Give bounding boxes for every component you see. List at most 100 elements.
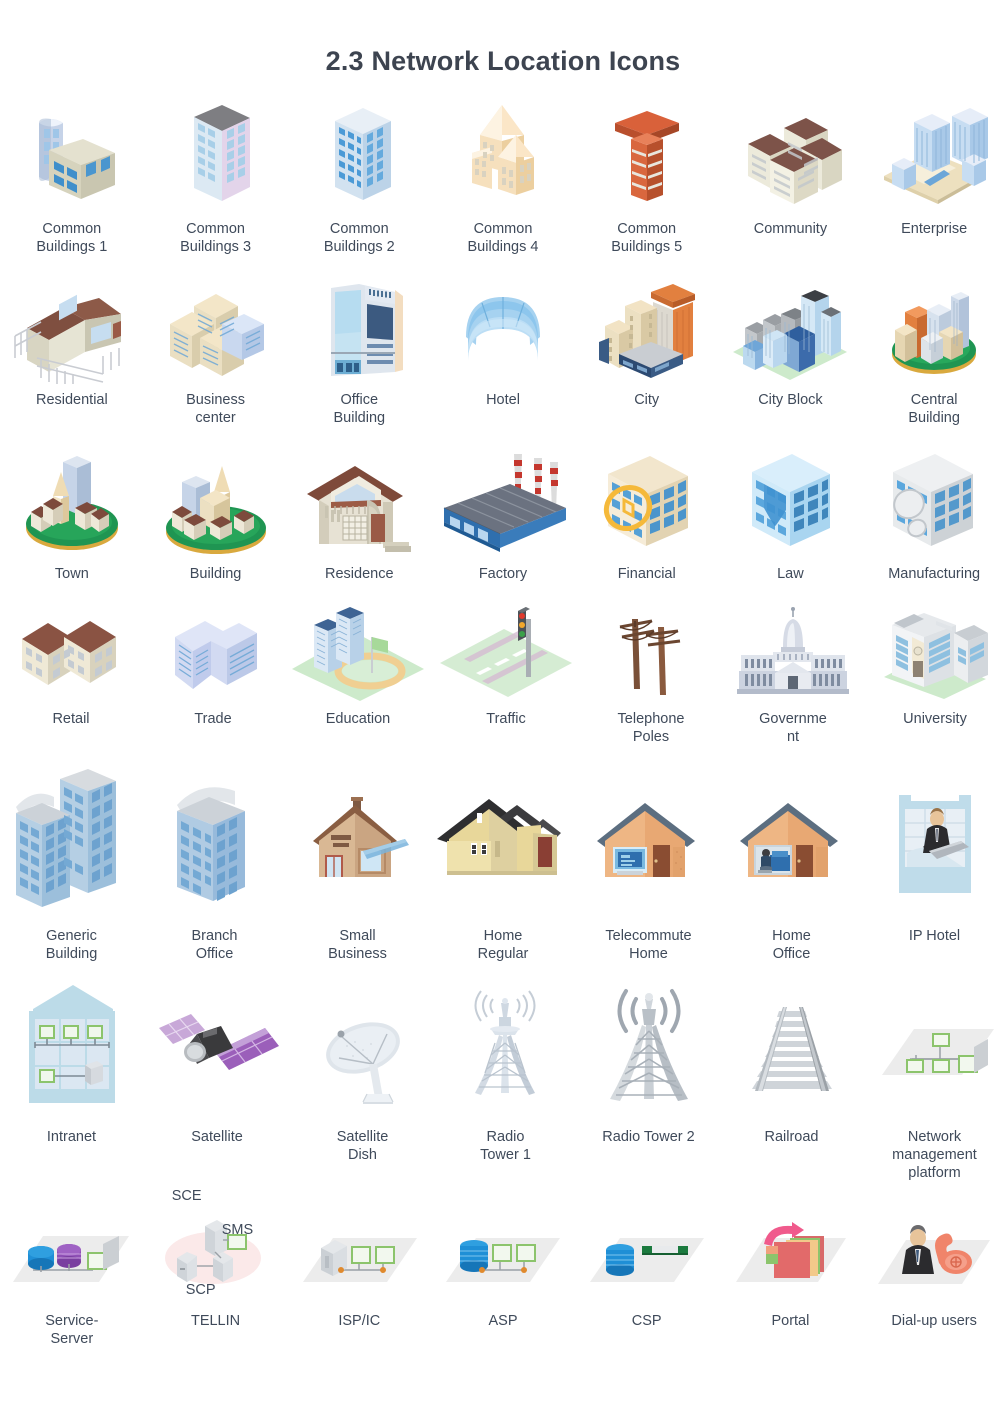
icon-cell-financial[interactable]: Financial (575, 446, 719, 584)
icon-label: TELLIN (190, 1313, 241, 1330)
manufacturing-icon[interactable] (866, 446, 1002, 558)
icon-cell-radio-tower-1[interactable]: Radio Tower 1 (434, 981, 577, 1182)
telecommute-home-icon[interactable] (581, 765, 716, 920)
icon-cell-satellite[interactable]: Satellite (143, 981, 291, 1182)
icon-cell-business-center[interactable]: Business center (144, 274, 288, 427)
icon-cell-city[interactable]: City (575, 274, 719, 427)
traffic-icon[interactable] (436, 601, 576, 703)
icon-cell-education[interactable]: Education (284, 601, 432, 746)
icon-cell-building[interactable]: Building (144, 446, 288, 584)
building-icon[interactable] (148, 446, 284, 558)
icon-cell-isp-ic[interactable]: ISP/IC (287, 1200, 431, 1348)
icon-cell-hotel[interactable]: Hotel (431, 274, 575, 427)
icon-cell-city-block[interactable]: City Block (719, 274, 863, 427)
education-icon[interactable] (288, 601, 428, 703)
network-management-platform-icon[interactable] (867, 981, 1002, 1121)
university-icon[interactable] (868, 601, 1002, 703)
retail-icon[interactable] (4, 601, 138, 703)
icon-cell-traffic[interactable]: Traffic (432, 601, 580, 746)
icon-cell-home-regular[interactable]: Home Regular (429, 765, 577, 963)
icon-cell-common-buildings-1[interactable]: Common Buildings 1 (0, 95, 144, 256)
business-center-icon[interactable] (148, 274, 284, 384)
enterprise-icon[interactable] (866, 95, 1002, 213)
telephone-poles-icon[interactable] (584, 601, 718, 703)
city-icon[interactable] (579, 274, 715, 384)
icon-cell-home-office[interactable]: Home Office (720, 765, 863, 963)
icon-cell-tellin[interactable]: SCE SMS SCP TELLIN (144, 1188, 288, 1348)
icon-cell-telecommute-home[interactable]: Telecommute Home (577, 765, 720, 963)
small-business-icon[interactable] (290, 765, 425, 920)
icon-cell-telephone-poles[interactable]: Telephone Poles (580, 601, 722, 746)
home-office-icon[interactable] (724, 765, 859, 920)
city-block-icon[interactable] (723, 274, 859, 384)
residence-icon[interactable] (291, 446, 427, 558)
residential-icon[interactable] (4, 274, 140, 385)
financial-icon[interactable] (579, 446, 715, 558)
icon-cell-law[interactable]: Law (719, 446, 863, 584)
icon-cell-residence[interactable]: Residence (287, 446, 431, 584)
icon-cell-radio-tower-2[interactable]: Radio Tower 2 (577, 981, 720, 1182)
icon-cell-residential[interactable]: Residential (0, 274, 144, 427)
common-buildings-2-icon[interactable] (291, 95, 427, 213)
icon-cell-generic-building[interactable]: Generic Building (0, 765, 143, 963)
hotel-icon[interactable] (435, 274, 571, 384)
law-icon[interactable] (723, 446, 859, 558)
icon-cell-government[interactable]: Governme nt (722, 601, 864, 746)
icon-cell-branch-office[interactable]: Branch Office (143, 765, 286, 963)
icon-cell-intranet[interactable]: Intranet (0, 981, 143, 1182)
satellite-dish-icon[interactable] (295, 981, 430, 1121)
icon-cell-service-server[interactable]: Service- Server (0, 1200, 144, 1348)
icon-cell-common-buildings-5[interactable]: Common Buildings 5 (575, 95, 719, 256)
icon-cell-factory[interactable]: Factory (431, 446, 575, 584)
isp-ic-icon[interactable] (291, 1200, 427, 1305)
intranet-icon[interactable] (4, 981, 139, 1121)
railroad-icon[interactable] (724, 981, 859, 1121)
portal-icon[interactable] (723, 1200, 859, 1305)
icon-cell-community[interactable]: Community (719, 95, 863, 256)
icon-cell-dial-up-users[interactable]: Dial-up users (862, 1200, 1006, 1348)
icon-cell-enterprise[interactable]: Enterprise (862, 95, 1006, 256)
icon-cell-university[interactable]: University (864, 601, 1006, 746)
icon-cell-small-business[interactable]: Small Business (286, 765, 429, 963)
asp-icon[interactable] (435, 1200, 571, 1305)
icon-cell-retail[interactable]: Retail (0, 601, 142, 746)
icon-cell-common-buildings-4[interactable]: Common Buildings 4 (431, 95, 575, 256)
icon-cell-ip-hotel[interactable]: IP Hotel (863, 765, 1006, 963)
icon-cell-satellite-dish[interactable]: Satellite Dish (291, 981, 434, 1182)
common-buildings-4-icon[interactable] (435, 95, 571, 213)
office-building-icon[interactable] (291, 274, 427, 384)
tellin-icon[interactable]: SCE SMS SCP (148, 1188, 284, 1305)
icon-cell-manufacturing[interactable]: Manufacturing (862, 446, 1006, 584)
radio-tower-1-icon[interactable] (438, 981, 573, 1121)
radio-tower-2-icon[interactable] (581, 981, 716, 1121)
icon-cell-network-management-platform[interactable]: Network management platform (863, 981, 1006, 1182)
icon-cell-csp[interactable]: CSP (575, 1200, 719, 1348)
town-icon[interactable] (4, 446, 140, 558)
satellite-icon[interactable] (147, 981, 287, 1121)
ip-hotel-icon[interactable] (867, 765, 1002, 920)
common-buildings-3-icon[interactable] (148, 95, 284, 213)
common-buildings-5-icon[interactable] (579, 95, 715, 213)
icon-cell-common-buildings-2[interactable]: Common Buildings 2 (287, 95, 431, 256)
icon-label: Town (54, 565, 89, 582)
trade-icon[interactable] (146, 601, 280, 703)
icon-cell-office-building[interactable]: Office Building (287, 274, 431, 427)
csp-icon[interactable] (579, 1200, 715, 1305)
dial-up-users-icon[interactable] (866, 1200, 1002, 1305)
icon-cell-railroad[interactable]: Railroad (720, 981, 863, 1182)
icon-cell-central-building[interactable]: Central Building (862, 274, 1006, 427)
icon-cell-portal[interactable]: Portal (719, 1200, 863, 1348)
branch-office-icon[interactable] (147, 765, 282, 920)
community-icon[interactable] (723, 95, 859, 213)
common-buildings-1-icon[interactable] (4, 95, 140, 213)
factory-icon[interactable] (435, 446, 571, 558)
icon-cell-asp[interactable]: ASP (431, 1200, 575, 1348)
home-regular-icon[interactable] (433, 765, 573, 920)
central-building-icon[interactable] (866, 274, 1002, 384)
generic-building-icon[interactable] (4, 765, 139, 920)
government-icon[interactable] (726, 601, 860, 703)
icon-cell-common-buildings-3[interactable]: Common Buildings 3 (144, 95, 288, 256)
service-server-icon[interactable] (4, 1200, 140, 1305)
icon-cell-trade[interactable]: Trade (142, 601, 284, 746)
icon-cell-town[interactable]: Town (0, 446, 144, 584)
